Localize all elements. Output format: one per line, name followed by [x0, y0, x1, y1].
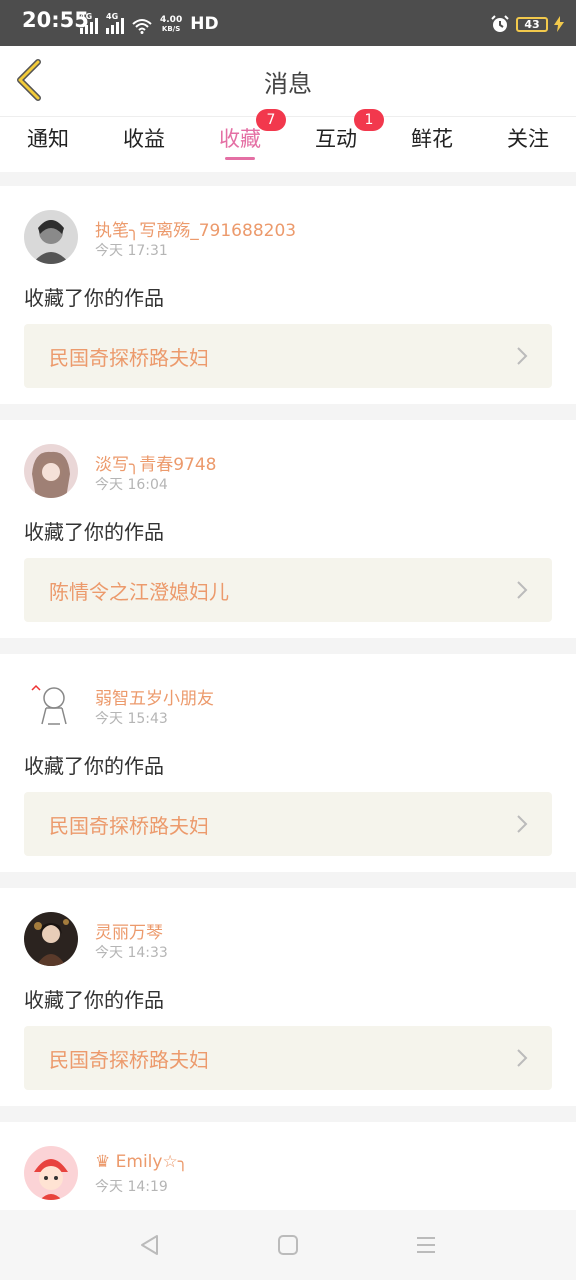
- back-nav-icon[interactable]: [137, 1232, 163, 1258]
- home-nav-icon[interactable]: [275, 1232, 301, 1258]
- work-link[interactable]: 陈情令之江澄媳妇儿: [24, 558, 552, 622]
- tab-label: 鲜花: [411, 127, 453, 151]
- avatar[interactable]: [24, 210, 78, 264]
- charging-icon: [554, 16, 564, 32]
- message-card: 弱智五岁小朋友 今天 15:43 收藏了你的作品 民国奇探桥路夫妇: [0, 654, 576, 872]
- work-link[interactable]: 民国奇探桥路夫妇: [24, 1026, 552, 1090]
- hd-indicator: HD: [190, 14, 219, 34]
- message-time: 今天 15:43: [95, 711, 168, 727]
- wifi-icon: [132, 19, 152, 34]
- user-name[interactable]: 淡写╮青春9748: [95, 450, 217, 475]
- work-title: 民国奇探桥路夫妇: [49, 1048, 209, 1072]
- avatar[interactable]: [24, 678, 78, 732]
- clock: 20:55: [22, 8, 89, 32]
- action-text: 收藏了你的作品: [24, 286, 164, 310]
- work-link[interactable]: 民国奇探桥路夫妇: [24, 324, 552, 388]
- action-text: 收藏了你的作品: [24, 754, 164, 778]
- message-time: 今天 14:33: [95, 945, 168, 961]
- work-title: 陈情令之江澄媳妇儿: [49, 580, 229, 604]
- chevron-right-icon: [517, 581, 528, 599]
- page-title: 消息: [264, 70, 312, 98]
- work-title: 民国奇探桥路夫妇: [49, 814, 209, 838]
- message-card: 淡写╮青春9748 今天 16:04 收藏了你的作品 陈情令之江澄媳妇儿: [0, 420, 576, 638]
- user-name[interactable]: 弱智五岁小朋友: [95, 684, 214, 709]
- system-nav-bar: [0, 1210, 576, 1280]
- badge-favorites: 7: [256, 109, 286, 131]
- tab-earnings[interactable]: 收益: [96, 117, 192, 173]
- message-time: 今天 17:31: [95, 243, 168, 259]
- signal-icon: 4G: [80, 12, 98, 34]
- status-bar: 20:55 4G 4G 4.00 KB/S HD 43: [0, 0, 576, 46]
- tab-flowers[interactable]: 鲜花: [384, 117, 480, 173]
- tab-following[interactable]: 关注: [480, 117, 576, 173]
- message-time: 今天 16:04: [95, 477, 168, 493]
- chevron-right-icon: [517, 1049, 528, 1067]
- message-time: 今天 14:19: [95, 1179, 168, 1195]
- action-text: 收藏了你的作品: [24, 988, 164, 1012]
- tab-label: 关注: [507, 127, 549, 151]
- avatar[interactable]: [24, 1146, 78, 1200]
- chevron-right-icon: [517, 347, 528, 365]
- avatar[interactable]: [24, 444, 78, 498]
- network-indicators: 4G 4G 4.00 KB/S HD: [80, 12, 219, 34]
- badge-interactions: 1: [354, 109, 384, 131]
- signal-icon: 4G: [106, 12, 124, 34]
- action-text: 收藏了你的作品: [24, 520, 164, 544]
- app-header: 消息: [0, 46, 576, 116]
- tab-bar: 通知 收益 收藏 7 互动 1 鲜花 关注: [0, 109, 576, 173]
- menu-nav-icon[interactable]: [413, 1232, 439, 1258]
- work-link[interactable]: 民国奇探桥路夫妇: [24, 792, 552, 856]
- alarm-icon: [491, 15, 509, 32]
- tab-interactions[interactable]: 互动 1: [288, 109, 384, 173]
- battery-level: 43: [524, 17, 540, 31]
- user-name[interactable]: ♛ Emily☆╮: [95, 1152, 188, 1172]
- chevron-right-icon: [517, 815, 528, 833]
- tab-label: 通知: [27, 127, 69, 151]
- message-card: 灵丽万琴 今天 14:33 收藏了你的作品 民国奇探桥路夫妇: [0, 888, 576, 1106]
- tab-notifications[interactable]: 通知: [0, 117, 96, 173]
- message-card: 执笔╮写离殇_791688203 今天 17:31 收藏了你的作品 民国奇探桥路…: [0, 186, 576, 404]
- active-tab-indicator: [225, 157, 255, 160]
- tab-label: 互动: [315, 127, 357, 151]
- network-speed: 4.00 KB/S: [160, 15, 183, 34]
- tab-label: 收藏: [219, 127, 261, 151]
- tab-favorites[interactable]: 收藏 7: [192, 109, 288, 173]
- tab-label: 收益: [123, 127, 165, 151]
- user-name[interactable]: 灵丽万琴: [95, 918, 163, 943]
- work-title: 民国奇探桥路夫妇: [49, 346, 209, 370]
- battery-icon: 43: [516, 16, 548, 32]
- user-name[interactable]: 执笔╮写离殇_791688203: [95, 216, 296, 241]
- avatar[interactable]: [24, 912, 78, 966]
- message-card: ♛ Emily☆╮ 今天 14:19: [0, 1122, 576, 1222]
